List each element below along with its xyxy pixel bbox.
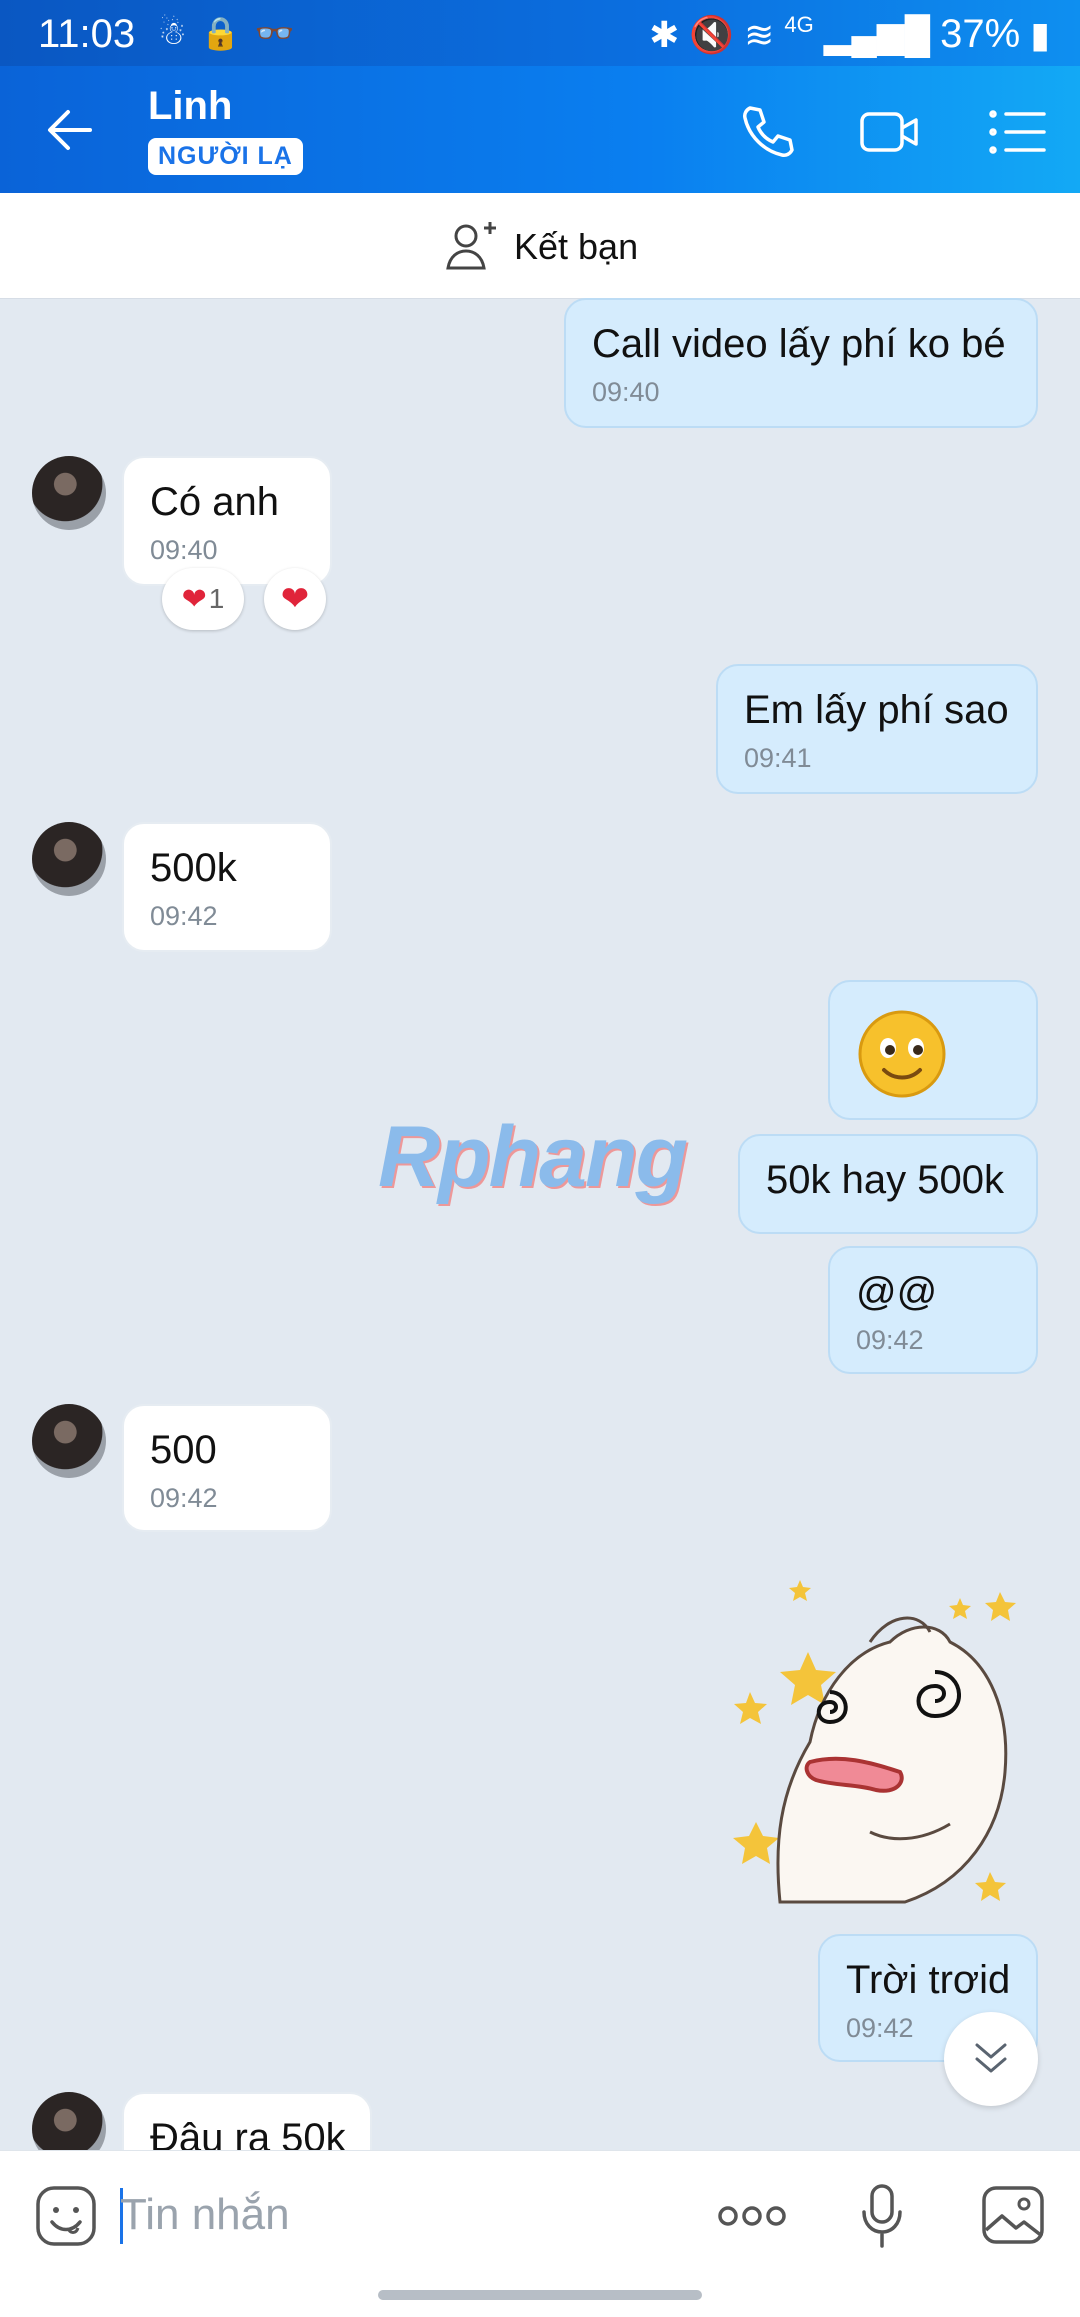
reaction-summary[interactable]: ❤ 1 (162, 568, 244, 630)
message-bubble-sent[interactable]: Em lấy phí sao 09:41 (716, 664, 1038, 794)
message-bubble-sent[interactable]: 50k hay 500k (738, 1134, 1038, 1234)
scroll-to-bottom-button[interactable] (944, 2012, 1038, 2106)
status-right-icons: ✱ 🔇 ≋ 4G ▂▄▆█ 37% ▮ (649, 12, 1050, 57)
message-bubble-received[interactable]: Có anh 09:40 (122, 456, 332, 586)
image-gallery-icon[interactable] (980, 2184, 1046, 2246)
reaction-count: 1 (208, 583, 225, 614)
contact-name[interactable]: Linh (148, 84, 232, 129)
battery-percent: 37% (940, 12, 1021, 56)
status-notification-icons: ☃🔒👓 (158, 15, 309, 51)
more-options-icon[interactable] (716, 2196, 788, 2236)
message-text: 500 (150, 1428, 217, 1472)
watermark-logo: Rphang (378, 1109, 688, 1205)
sticker-emoji-icon[interactable] (34, 2184, 98, 2248)
message-bubble-sent[interactable]: @@ 09:42 (828, 1246, 1038, 1374)
message-time: 09:40 (150, 535, 218, 565)
message-text: 500k (150, 846, 237, 890)
heart-icon: ❤ (280, 580, 310, 618)
react-heart-button[interactable]: ❤ (264, 568, 326, 630)
message-time: 09:42 (150, 901, 218, 931)
message-bubble-sent[interactable]: Call video lấy phí ko bé 09:40 (564, 298, 1038, 428)
message-bubble-received[interactable]: 500 09:42 (122, 1404, 332, 1532)
contact-avatar[interactable] (32, 1404, 106, 1478)
phone-call-icon[interactable] (736, 100, 800, 164)
network-type: 4G (784, 12, 814, 37)
message-text: Trời trơid (846, 1958, 1011, 2002)
message-time: 09:40 (592, 377, 660, 407)
status-time: 11:03 (38, 12, 136, 56)
microphone-icon[interactable] (860, 2182, 904, 2252)
message-text: @@ (856, 1270, 938, 1314)
stranger-badge: NGƯỜI LẠ (148, 138, 303, 175)
message-text: Em lấy phí sao (744, 688, 1009, 732)
contact-avatar[interactable] (32, 822, 106, 896)
smiley-emoji-icon (858, 1010, 946, 1098)
video-call-icon[interactable] (858, 100, 922, 164)
message-time: 09:42 (150, 1483, 218, 1513)
double-chevron-down-icon (975, 2043, 1007, 2073)
message-text: Call video lấy phí ko bé (592, 322, 1006, 366)
message-text: 50k hay 500k (766, 1158, 1004, 1202)
mute-icon: 🔇 (689, 14, 735, 55)
message-time: 09:42 (856, 1325, 924, 1355)
message-time: 09:41 (744, 743, 812, 773)
message-bubble-received[interactable]: 500k 09:42 (122, 822, 332, 952)
add-friend-label[interactable]: Kết bạn (514, 226, 638, 268)
message-bubble-sent[interactable] (828, 980, 1038, 1120)
home-indicator (378, 2290, 702, 2300)
add-friend-icon[interactable] (442, 216, 502, 276)
bluetooth-icon: ✱ (649, 14, 680, 55)
back-arrow-icon[interactable] (40, 100, 100, 160)
status-bar: 11:03 ☃🔒👓 ✱ 🔇 ≋ 4G ▂▄▆█ 37% ▮ (0, 0, 1080, 66)
message-input[interactable]: Tin nhắn (120, 2190, 290, 2240)
wifi-icon: ≋ (744, 14, 775, 55)
dizzy-sticker[interactable] (720, 1572, 1030, 1912)
menu-list-icon[interactable] (986, 100, 1050, 164)
signal-icon: ▂▄▆█ (823, 14, 931, 55)
battery-icon: ▮ (1030, 14, 1050, 55)
contact-avatar[interactable] (32, 456, 106, 530)
heart-icon: ❤ (181, 582, 207, 616)
message-text: Có anh (150, 480, 279, 524)
